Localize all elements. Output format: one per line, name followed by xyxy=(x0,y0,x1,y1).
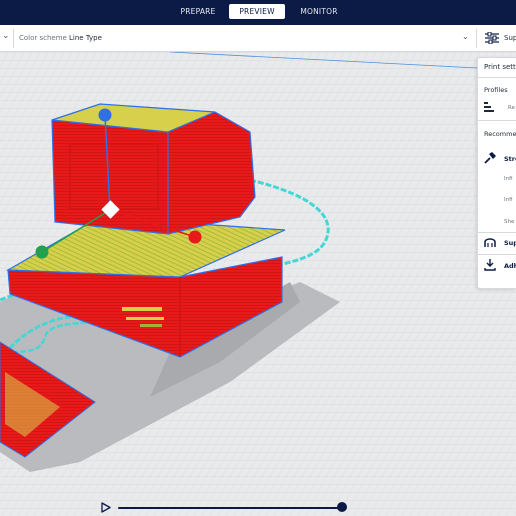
support-label: Sup xyxy=(504,239,516,247)
color-scheme-select[interactable]: Line Type xyxy=(69,34,102,42)
infill-pattern-label: Infi xyxy=(504,197,513,203)
toolbar-divider xyxy=(476,29,477,48)
support-icon xyxy=(484,238,496,247)
move-handle-y[interactable] xyxy=(35,245,49,259)
tab-prepare[interactable]: PREPARE xyxy=(172,4,224,19)
panel-divider xyxy=(478,120,516,121)
build-plate-scene xyxy=(0,52,516,516)
color-scheme-label: Color scheme xyxy=(19,34,67,42)
tab-monitor[interactable]: MONITOR xyxy=(291,4,347,19)
print-settings-label: Sup xyxy=(504,34,516,42)
print-settings-title: Print settin xyxy=(484,63,516,71)
adhesion-icon xyxy=(484,259,496,271)
move-handle-x[interactable] xyxy=(188,230,202,244)
print-settings-panel: Print settin Profiles Re Recomme Stre In… xyxy=(477,57,516,289)
drive-slot xyxy=(140,324,162,327)
move-handle-z[interactable] xyxy=(98,108,112,122)
shell-label: She xyxy=(504,219,515,225)
panel-divider xyxy=(478,254,516,255)
strength-label: Stre xyxy=(504,155,516,163)
recommended-label: Recomme xyxy=(484,130,516,138)
simulation-slider xyxy=(98,500,352,516)
drive-slot xyxy=(126,317,164,320)
preview-viewport[interactable] xyxy=(0,52,516,516)
sliders-icon xyxy=(485,32,499,44)
infill-density-label: Infi xyxy=(504,176,513,182)
profile-select[interactable]: Re xyxy=(508,105,515,111)
toolbar-divider xyxy=(13,29,14,48)
profiles-label: Profiles xyxy=(484,86,508,94)
tab-preview[interactable]: PREVIEW xyxy=(229,4,285,19)
panel-divider xyxy=(478,77,516,78)
stage-bar: PREPARE PREVIEW MONITOR xyxy=(0,0,516,25)
panel-divider xyxy=(478,232,516,233)
print-settings-button[interactable]: Sup xyxy=(478,25,516,52)
drive-slot xyxy=(122,307,162,311)
slider-handle[interactable] xyxy=(337,502,347,512)
hammer-icon xyxy=(484,152,496,164)
play-icon[interactable] xyxy=(101,502,111,513)
adhesion-label: Adh xyxy=(504,262,516,270)
view-toolbar: ⌄ Color scheme Line Type ⌄ Sup xyxy=(0,25,516,52)
profile-bars-icon xyxy=(484,102,494,112)
chevron-down-icon[interactable]: ⌄ xyxy=(2,31,10,41)
slider-track[interactable] xyxy=(118,507,342,509)
chevron-down-icon[interactable]: ⌄ xyxy=(462,32,469,41)
